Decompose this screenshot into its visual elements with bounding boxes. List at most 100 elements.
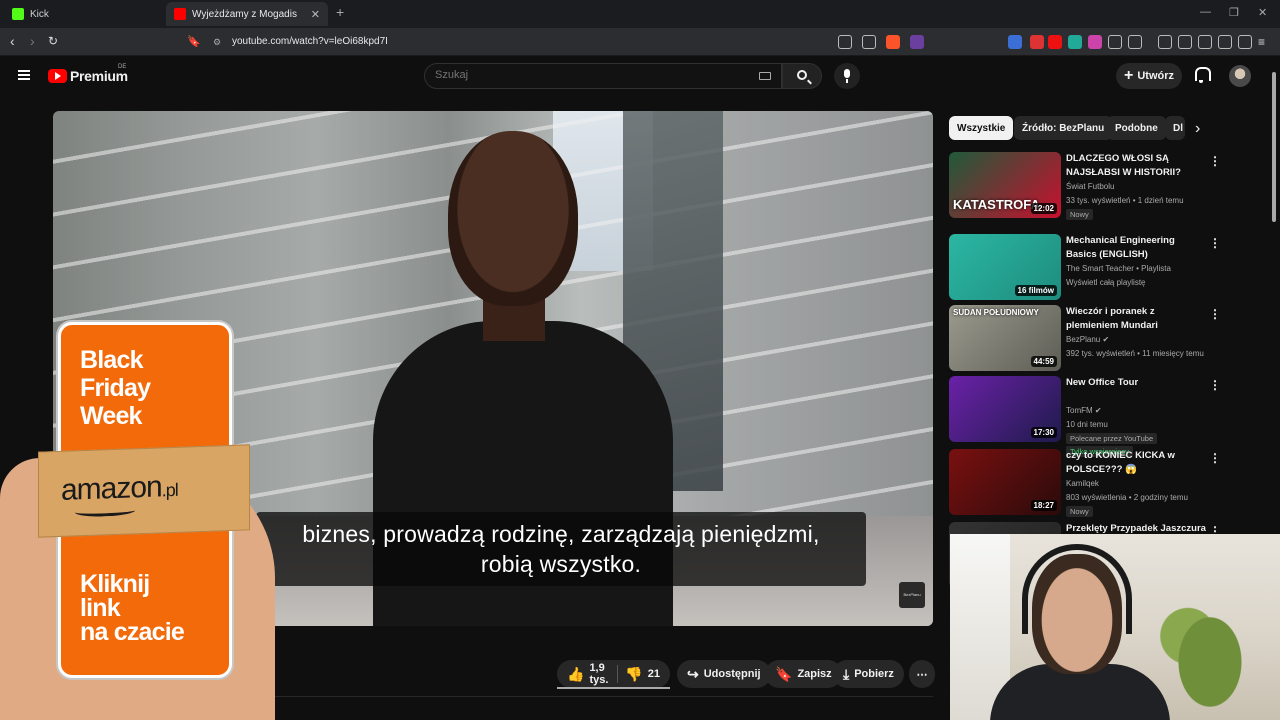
minimize-window-button[interactable]: — xyxy=(1200,6,1211,18)
url-text[interactable]: youtube.com/watch?v=leOi68kpd7I xyxy=(232,36,388,47)
search-icon xyxy=(797,70,807,80)
chevron-right-icon[interactable]: › xyxy=(1195,120,1200,138)
avatar[interactable] xyxy=(1229,65,1251,87)
create-button[interactable]: + Utwórz xyxy=(1116,63,1182,89)
like-dislike-group: 👍 1,9 tys. 👎 21 xyxy=(557,660,670,688)
more-icon[interactable]: ⋮ xyxy=(1209,307,1221,321)
brave-rewards-icon[interactable] xyxy=(910,35,924,49)
share-button[interactable]: ↪ Udostępnij xyxy=(677,660,771,688)
restore-window-button[interactable]: ❐ xyxy=(1229,6,1239,19)
back-icon[interactable]: ‹ xyxy=(10,33,15,49)
recommendation-item[interactable]: KATASTROFA 12:02 DLACZEGO WŁOSI SĄ NAJSŁAB… xyxy=(949,152,1229,220)
wallet-icon[interactable] xyxy=(1198,35,1212,49)
dislike-count[interactable]: 21 xyxy=(648,668,660,680)
search-box[interactable] xyxy=(424,63,782,89)
forward-icon[interactable]: › xyxy=(30,33,35,49)
video-thumbnail[interactable]: KATASTROFA 12:02 xyxy=(949,152,1061,218)
video-meta: 33 tys. wyświetleń • 1 dzień temu xyxy=(1066,196,1184,205)
video-thumbnail[interactable]: 18:27 xyxy=(949,449,1061,515)
bell-icon[interactable] xyxy=(1194,67,1211,83)
more-actions-button[interactable]: ⋯ xyxy=(909,660,935,688)
country-code: DE xyxy=(118,64,127,70)
close-tab-icon[interactable]: ✕ xyxy=(311,8,320,21)
save-button[interactable]: 🔖 Zapisz xyxy=(765,660,842,688)
mic-icon[interactable] xyxy=(834,63,860,89)
save-label: Zapisz xyxy=(797,668,832,680)
menu-icon[interactable] xyxy=(18,70,30,80)
video-title[interactable]: czy to KONIEC KICKA w POLSCE??? 😱 xyxy=(1066,449,1206,477)
search-button[interactable] xyxy=(782,63,822,89)
thumbnail-text: SUDAN POŁUDNIOWY xyxy=(953,308,1039,317)
plus-icon: + xyxy=(1124,67,1134,84)
more-icon[interactable]: ⋮ xyxy=(1209,378,1221,392)
channel-name[interactable]: The Smart Teacher • Playlista xyxy=(1066,262,1171,276)
channel-name[interactable]: BezPlanu ✔ xyxy=(1066,333,1109,347)
bookmark-icon[interactable]: 🔖 xyxy=(187,35,201,48)
close-window-button[interactable]: ✕ xyxy=(1258,6,1267,19)
channel-watermark[interactable]: BezPlanu xyxy=(899,582,925,608)
share-label: Udostępnij xyxy=(703,668,761,680)
chip-more[interactable]: Dl xyxy=(1165,116,1185,140)
tab-title: Kick xyxy=(30,8,49,20)
recommendation-item[interactable]: 17:30 New Office Tour TomFM ✔ 10 dni temu Po… xyxy=(949,376,1229,457)
more-icon[interactable]: ⋮ xyxy=(1209,451,1221,465)
like-icon[interactable]: 👍 xyxy=(567,666,584,683)
scrollbar-thumb[interactable] xyxy=(1272,72,1276,222)
chip-source[interactable]: Źródło: BezPlanu xyxy=(1014,116,1113,140)
cast-icon[interactable] xyxy=(838,35,852,49)
media-icon[interactable] xyxy=(1158,35,1172,49)
recommendation-item[interactable]: 18:27 czy to KONIEC KICKA w POLSCE??? 😱 Ka… xyxy=(949,449,1229,517)
search-input[interactable] xyxy=(435,69,735,81)
leo-ai-icon[interactable] xyxy=(1218,35,1232,49)
like-count[interactable]: 1,9 tys. xyxy=(589,662,608,686)
sidebar-icon[interactable] xyxy=(1178,35,1192,49)
recommendation-item[interactable]: SUDAN POŁUDNIOWY 44:59 Wieczór i poranek z… xyxy=(949,305,1229,373)
extension-icon[interactable] xyxy=(1030,35,1044,49)
more-icon: ⋯ xyxy=(916,668,928,681)
browser-tab-youtube[interactable]: Wyjeżdżamy z Mogadiszu - Y ✕ xyxy=(166,2,328,26)
like-bar xyxy=(557,687,670,689)
keyboard-icon[interactable] xyxy=(759,72,771,80)
channel-name[interactable]: Świat Futbolu xyxy=(1066,180,1114,194)
video-title[interactable]: DLACZEGO WŁOSI SĄ NAJSŁABSI W HISTORII? xyxy=(1066,152,1206,180)
browser-menu-icon[interactable]: ≡ xyxy=(1258,35,1272,49)
amazon-ad-overlay[interactable]: Black Friday Week amazon.pl Kliknij link… xyxy=(0,318,280,720)
recommendation-item[interactable]: 16 filmów Mechanical Engineering Basics (… xyxy=(949,234,1229,302)
video-title[interactable]: Wieczór i poranek z plemieniem Mundari xyxy=(1066,305,1206,333)
channel-name[interactable]: Kamilqek xyxy=(1066,477,1099,491)
video-thumbnail[interactable]: 16 filmów xyxy=(949,234,1061,300)
chip-related[interactable]: Podobne xyxy=(1107,116,1166,140)
extension-icon[interactable] xyxy=(1068,35,1082,49)
video-thumbnail[interactable]: 17:30 xyxy=(949,376,1061,442)
extension-icon[interactable] xyxy=(1008,35,1022,49)
browser-address-bar: ‹ › ↻ 🔖 ⚙ youtube.com/watch?v=leOi68kpd7… xyxy=(0,28,1280,56)
brave-shield-icon[interactable] xyxy=(886,35,900,49)
divider xyxy=(616,665,618,683)
video-title[interactable]: New Office Tour xyxy=(1066,376,1206,390)
duration-badge: 18:27 xyxy=(1030,500,1057,511)
reload-icon[interactable]: ↻ xyxy=(48,34,58,48)
page-scrollbar[interactable] xyxy=(1271,60,1277,420)
video-title[interactable]: Mechanical Engineering Basics (ENGLISH) xyxy=(1066,234,1206,262)
browser-tabbar: Kick Wyjeżdżamy z Mogadiszu - Y ✕ + — ❐ … xyxy=(0,0,1280,28)
chip-all[interactable]: Wszystkie xyxy=(949,116,1014,140)
site-info-icon[interactable]: ⚙ xyxy=(213,37,221,48)
share-icon: ↪ xyxy=(687,665,699,682)
video-meta: 392 tys. wyświetleń • 11 miesięcy temu xyxy=(1066,349,1204,358)
share-page-icon[interactable] xyxy=(862,35,876,49)
more-icon[interactable]: ⋮ xyxy=(1209,236,1221,250)
vpn-shield-icon[interactable] xyxy=(1238,35,1252,49)
channel-name[interactable]: TomFM ✔ xyxy=(1066,404,1102,418)
download-button[interactable]: ⤓ Pobierz xyxy=(833,660,904,688)
new-tab-button[interactable]: + xyxy=(336,4,344,20)
amazon-box: amazon.pl xyxy=(38,444,250,538)
dislike-icon[interactable]: 👎 xyxy=(625,666,642,683)
video-thumbnail[interactable]: SUDAN POŁUDNIOWY 44:59 xyxy=(949,305,1061,371)
extensions-puzzle-icon[interactable] xyxy=(1108,35,1122,49)
browser-tab-kick[interactable]: Kick xyxy=(4,2,164,26)
extension-icon[interactable] xyxy=(1128,35,1142,49)
extension-icon[interactable] xyxy=(1088,35,1102,49)
youtube-premium-logo[interactable]: Premium DE xyxy=(48,64,128,84)
extension-icon[interactable] xyxy=(1048,35,1062,49)
more-icon[interactable]: ⋮ xyxy=(1209,154,1221,168)
